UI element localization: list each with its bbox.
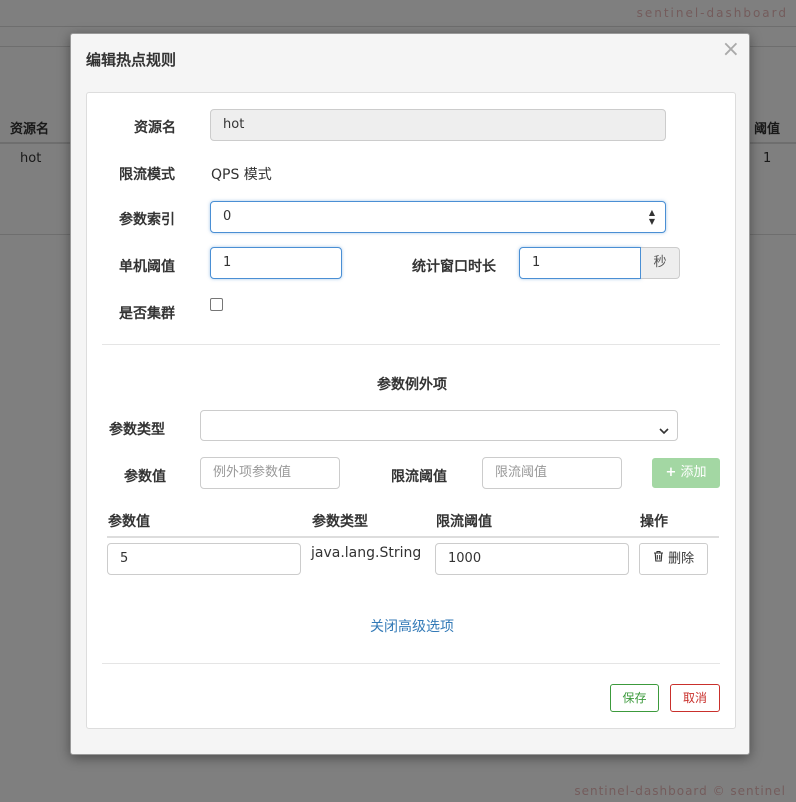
trash-icon (653, 544, 664, 574)
spinner-arrows-icon[interactable]: ▲ ▼ (649, 208, 655, 226)
table-header-action: 操作 (640, 514, 668, 530)
row-param-value-input[interactable]: 5 (107, 543, 301, 575)
window-unit-addon: 秒 (641, 247, 680, 279)
table-header-type: 参数类型 (312, 514, 368, 530)
close-icon[interactable]: × (722, 39, 740, 61)
threshold-input[interactable]: 1 (210, 247, 342, 279)
table-header-value: 参数值 (108, 514, 150, 530)
cluster-label: 是否集群 (119, 306, 175, 322)
save-button[interactable]: 保存 (610, 684, 659, 712)
chevron-down-icon (659, 418, 669, 448)
limit-mode-label: 限流模式 (119, 167, 175, 183)
limit-value-label: 限流阈值 (391, 469, 447, 485)
footer-divider (102, 663, 720, 664)
delete-button-label: 删除 (668, 551, 695, 567)
plus-icon: + (665, 465, 677, 480)
table-header-divider (107, 536, 719, 538)
limit-mode-value: QPS 模式 (211, 167, 272, 183)
row-limit-input[interactable]: 1000 (435, 543, 629, 575)
row-param-type: java.lang.String (311, 545, 422, 561)
dialog-title: 编辑热点规则 (86, 51, 177, 69)
param-value-placeholder: 例外项参数值 (213, 465, 292, 480)
limit-value-placeholder: 限流阈值 (495, 465, 548, 480)
resource-name-input: hot (210, 109, 666, 141)
cluster-checkbox[interactable] (210, 298, 223, 311)
param-type-select[interactable] (200, 410, 678, 441)
window-duration-input[interactable]: 1 (519, 247, 641, 279)
param-value-label: 参数值 (124, 469, 166, 485)
table-header-limit: 限流阈值 (436, 514, 492, 530)
close-advanced-options-link[interactable]: 关闭高级选项 (87, 616, 737, 636)
param-index-label: 参数索引 (119, 212, 175, 228)
dialog-body: 资源名 hot 限流模式 QPS 模式 参数索引 0 ▲ ▼ 单机阈值 1 统计窗… (86, 92, 736, 729)
cancel-button[interactable]: 取消 (670, 684, 720, 712)
param-index-input[interactable]: 0 ▲ ▼ (210, 201, 666, 233)
threshold-label: 单机阈值 (119, 259, 175, 275)
window-duration-label: 统计窗口时长 (412, 259, 496, 275)
limit-value-input[interactable]: 限流阈值 (482, 457, 622, 489)
param-index-value: 0 (223, 209, 232, 224)
add-exception-button[interactable]: + 添加 (652, 458, 720, 488)
param-type-label: 参数类型 (109, 422, 165, 438)
param-value-input[interactable]: 例外项参数值 (200, 457, 340, 489)
exceptions-section-title: 参数例外项 (377, 377, 447, 393)
delete-row-button[interactable]: 删除 (639, 543, 708, 575)
edit-hot-rule-dialog: 编辑热点规则 × 资源名 hot 限流模式 QPS 模式 参数索引 0 ▲ ▼ 单… (70, 33, 750, 755)
add-button-label: 添加 (680, 465, 707, 480)
section-divider (102, 344, 720, 345)
resource-name-label: 资源名 (134, 120, 176, 136)
